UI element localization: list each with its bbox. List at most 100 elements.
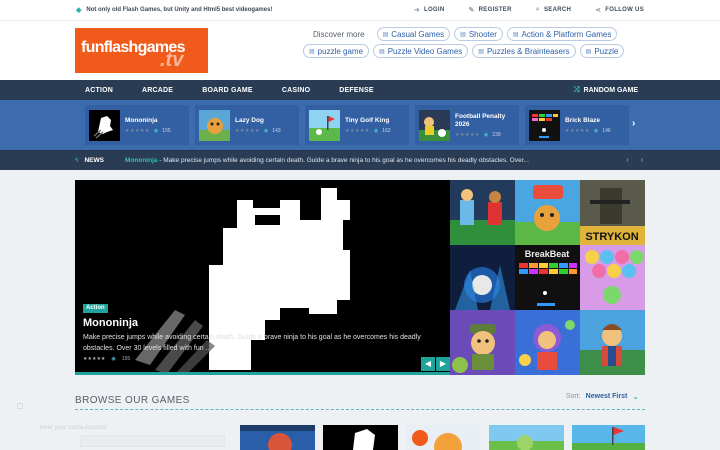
tag-icon: ▤ [512, 31, 519, 38]
browse-thumbnail[interactable] [572, 425, 645, 450]
game-tile[interactable] [515, 310, 580, 375]
news-text: - Make precise jumps while avoiding cert… [157, 157, 529, 164]
news-title[interactable]: Mononinja [125, 157, 158, 164]
slider-prev-button[interactable]: ◀ [421, 357, 435, 371]
news-label: NEWS [84, 157, 104, 164]
register-label: REGISTER [478, 7, 512, 13]
register-link[interactable]: ✎ REGISTER [469, 6, 512, 14]
game-name: Football Penalty 2026 [455, 112, 506, 128]
featured-card[interactable]: Football Penalty 2026 ★★★★★ ◉ 239 [415, 105, 519, 145]
browse-thumbnail[interactable] [406, 425, 481, 450]
view-count: 155 [162, 127, 171, 134]
view-count: 155 [121, 356, 131, 362]
nav-defense[interactable]: DEFENSE [339, 87, 373, 94]
category-nav: ACTION ARCADE BOARD GAME CASINO DEFENSE … [0, 80, 720, 100]
tag-icon: ▤ [379, 48, 385, 55]
news-heading: ϟ NEWS [75, 157, 125, 164]
browse-thumbnail[interactable] [489, 425, 564, 450]
eye-icon: ◉ [111, 356, 116, 362]
featured-card[interactable]: Lazy Dog ★★★★★ ◉ 143 [195, 105, 299, 145]
browse-thumbnail[interactable] [240, 425, 315, 450]
search-link[interactable]: ⌕ SEARCH [536, 6, 571, 14]
sort-control[interactable]: Sort: Newest First ⌄ [566, 392, 639, 401]
game-name: Tiny Golf King [345, 116, 390, 124]
featured-card[interactable]: Brick Blaze ★★★★★ ◉ 146 [525, 105, 629, 145]
search-label: SEARCH [543, 7, 572, 13]
game-name: Brick Blaze [565, 116, 601, 124]
discover-tags: Discover more ▤ Casual Games ▤ Shooter ▤ Ac… [303, 27, 643, 61]
site-logo[interactable]: funflashgames .tv [75, 28, 208, 73]
chevron-right-icon[interactable]: › [632, 118, 635, 129]
game-thumbnail [89, 109, 120, 141]
follow-us-label: FOLLOW US [605, 7, 644, 13]
hero-title[interactable]: Mononinja [83, 317, 138, 329]
game-name: Mononinja [125, 116, 158, 124]
slider-progress [75, 372, 450, 375]
nav-casino[interactable]: CASINO [282, 87, 310, 94]
tag-casual-games[interactable]: ▤ Casual Games [376, 27, 451, 41]
hero-slider[interactable]: Action Mononinja Make precise jumps whil… [75, 180, 450, 375]
random-game-label: RANDOM GAME [583, 86, 638, 94]
game-name: Lazy Dog [235, 116, 264, 124]
featured-strip: Mononinja ★★★★★ ◉ 155 Lazy Dog ★★★★★ ◉ 143 T… [0, 100, 720, 150]
rating-stars: ★★★★★ [565, 127, 590, 134]
nav-arcade[interactable]: ARCADE [142, 87, 173, 94]
game-tile[interactable] [515, 180, 580, 245]
browse-section-header: BROWSE OUR GAMES Sort: Newest First ⌄ [75, 390, 645, 410]
shuffle-icon: ⤨ [573, 85, 580, 94]
nav-board-game[interactable]: BOARD GAME [202, 87, 253, 94]
tagline-text: Not only old Flash Games, but Unity and … [86, 7, 273, 13]
category-badge[interactable]: Action [83, 304, 108, 313]
slider-controls: ◀ ▶ [420, 357, 450, 371]
discover-label: Discover more [313, 29, 365, 39]
game-tile[interactable] [450, 245, 515, 310]
tag-puzzles-brainteasers[interactable]: ▤ Puzzles & Brainteasers [472, 44, 576, 58]
eye-icon: ◉ [153, 127, 159, 134]
sort-value[interactable]: Newest First [586, 393, 628, 400]
bookmark-icon: ◆ [76, 7, 82, 14]
game-tile[interactable] [450, 310, 515, 375]
nav-action[interactable]: ACTION [85, 87, 113, 94]
game-tile[interactable] [580, 310, 645, 375]
tag-icon: ▤ [382, 31, 389, 38]
tag-action-platform[interactable]: ▤ Action & Platform Games [506, 27, 618, 41]
featured-card[interactable]: Tiny Golf King ★★★★★ ◉ 162 [305, 105, 409, 145]
share-icon: ⋖ [595, 7, 602, 14]
follow-us-link[interactable]: ⋖ FOLLOW US [595, 6, 644, 14]
view-count: 162 [382, 127, 391, 134]
rating-stars: ★★★★★ [345, 127, 370, 134]
register-icon: ✎ [468, 7, 475, 14]
hero-meta: ★★★★★ ◉ 155 [83, 356, 130, 362]
game-tile[interactable]: STRYKON [580, 180, 645, 245]
eye-icon: ◉ [593, 127, 599, 134]
game-tile[interactable] [580, 245, 645, 310]
news-ticker: ϟ NEWS Mononinja - Make precise jumps wh… [0, 150, 720, 170]
chevron-down-icon[interactable]: ⌄ [632, 392, 639, 401]
game-thumbnail [419, 109, 450, 141]
logo-suffix: .tv [160, 49, 184, 71]
tag-puzzle-game[interactable]: ▤ puzzle game [303, 44, 370, 58]
tag-puzzle-video-games[interactable]: ▤ Puzzle Video Games [373, 44, 469, 58]
faded-widget-text: Bear your Santa Account [40, 425, 107, 431]
tagline: ◆ Not only old Flash Games, but Unity an… [76, 6, 390, 14]
rating-stars: ★★★★★ [455, 131, 480, 138]
tag-shooter[interactable]: ▤ Shooter [454, 27, 503, 41]
faded-widget-field [80, 435, 225, 447]
sort-label: Sort: [565, 393, 581, 400]
game-tile[interactable]: BreakBeat [515, 245, 580, 310]
faded-widget-icon [17, 403, 23, 409]
random-game-button[interactable]: ⤨ RANDOM GAME [573, 85, 638, 95]
search-icon: ⌕ [535, 6, 540, 13]
site-header: funflashgames .tv Discover more ▤ Casual … [0, 20, 720, 80]
login-link[interactable]: ➜ LOGIN [414, 6, 445, 14]
news-arrows[interactable]: ‹ › [626, 157, 648, 164]
browse-thumbnail[interactable] [323, 425, 398, 450]
lightning-icon: ϟ [75, 157, 79, 164]
tag-icon: ▤ [585, 48, 592, 55]
featured-card[interactable]: Mononinja ★★★★★ ◉ 155 [85, 105, 189, 145]
game-tile[interactable] [450, 180, 515, 245]
game-thumbnail [309, 109, 340, 141]
slider-next-button[interactable]: ▶ [436, 357, 450, 371]
tag-puzzle[interactable]: ▤ Puzzle [579, 44, 625, 58]
news-item[interactable]: Mononinja - Make precise jumps while avo… [125, 157, 626, 164]
